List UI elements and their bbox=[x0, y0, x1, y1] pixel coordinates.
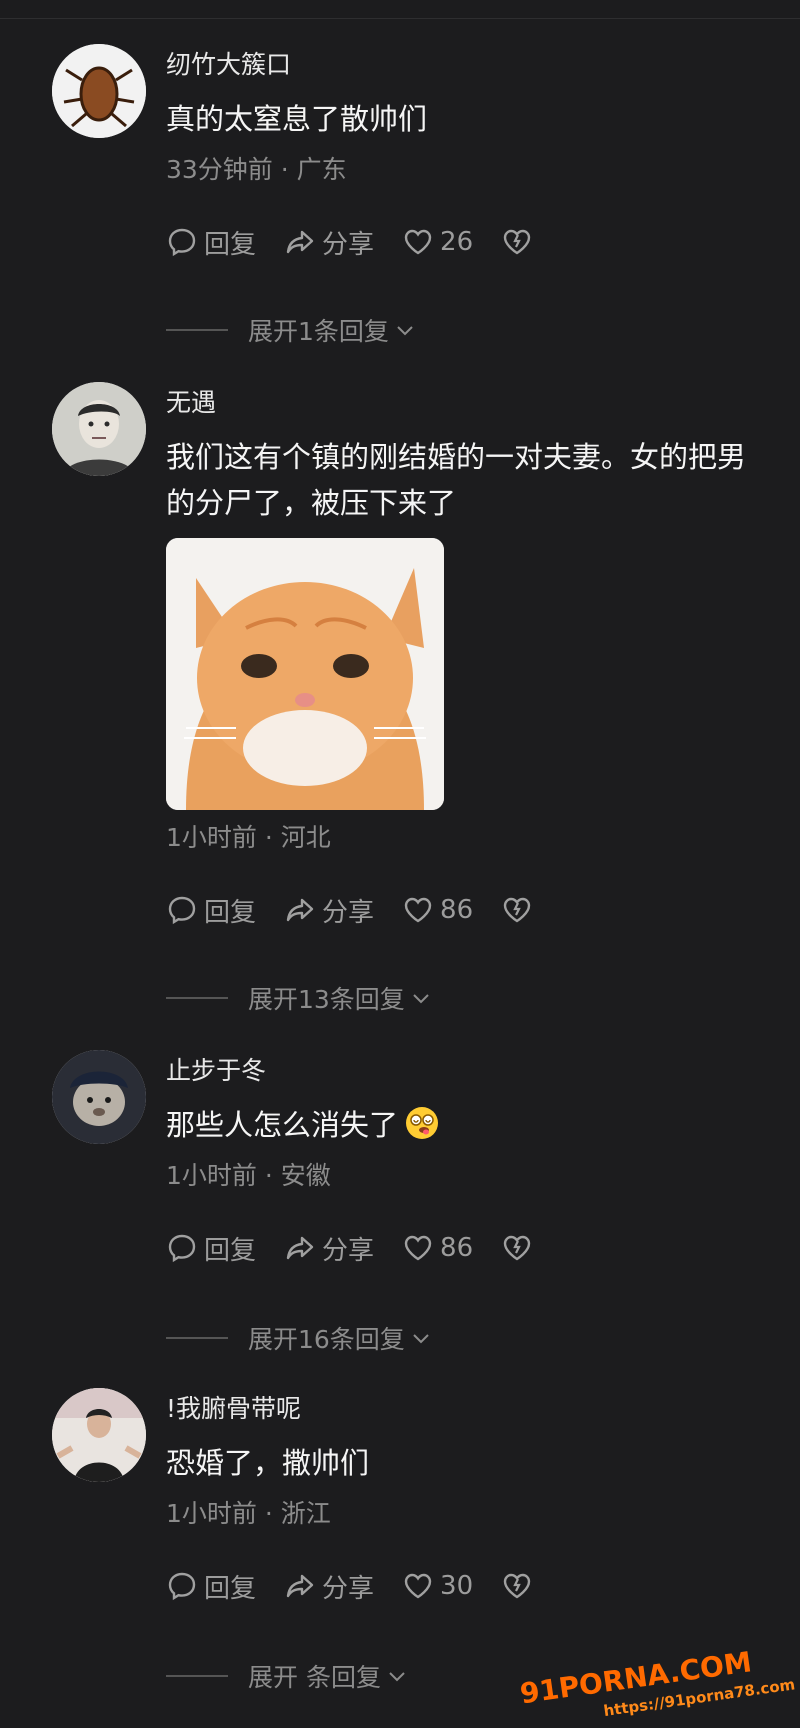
dislike-button[interactable] bbox=[501, 894, 539, 926]
comment-text: 我们这有个镇的刚结婚的一对夫妻。女的把男的分尸了，被压下来了 bbox=[166, 440, 747, 520]
expand-label: 展开 条回复 bbox=[248, 1663, 381, 1692]
username[interactable]: 无遇 bbox=[166, 386, 770, 420]
chevron-down-icon bbox=[413, 1334, 429, 1344]
action-bar: 回复 分享 86 bbox=[166, 890, 770, 930]
share-label: 分享 bbox=[322, 1235, 375, 1266]
reply-label: 回复 bbox=[204, 1573, 257, 1604]
dislike-button[interactable] bbox=[501, 226, 539, 258]
reply-button[interactable]: 回复 bbox=[166, 1230, 256, 1267]
chevron-down-icon bbox=[397, 326, 413, 336]
share-arrow-icon bbox=[286, 898, 314, 922]
share-arrow-icon bbox=[286, 1236, 314, 1260]
share-label: 分享 bbox=[322, 229, 375, 260]
share-label: 分享 bbox=[322, 897, 375, 928]
share-arrow-icon bbox=[286, 1574, 314, 1598]
comment-meta: 1小时前 · 浙江 bbox=[166, 1499, 331, 1528]
divider-dash bbox=[166, 1675, 228, 1677]
expand-label: 展开16条回复 bbox=[248, 1325, 405, 1354]
reply-button[interactable]: 回复 bbox=[166, 892, 256, 929]
expand-replies-button[interactable]: 展开13条回复 bbox=[166, 980, 433, 1016]
comment-text: 真的太窒息了散帅们 bbox=[166, 102, 428, 136]
top-divider bbox=[0, 18, 800, 19]
comment-text-row: 那些人怎么消失了 bbox=[166, 1102, 770, 1148]
share-arrow-icon bbox=[286, 230, 314, 254]
chevron-down-icon bbox=[389, 1672, 405, 1682]
heart-icon bbox=[404, 1573, 432, 1599]
like-count: 26 bbox=[440, 227, 474, 257]
chevron-down-icon bbox=[413, 994, 429, 1004]
comment-text: 恐婚了，撒帅们 bbox=[166, 1446, 370, 1480]
like-count: 30 bbox=[440, 1571, 474, 1601]
comment-meta: 1小时前 · 安徽 bbox=[166, 1161, 331, 1190]
share-button[interactable]: 分享 bbox=[284, 224, 374, 261]
expand-replies-button[interactable]: 展开1条回复 bbox=[166, 312, 417, 348]
action-bar: 回复 分享 86 bbox=[166, 1228, 770, 1268]
site-watermark: 91PORNA.COM https://91porna78.com bbox=[518, 1636, 798, 1728]
comment-bubble-icon bbox=[168, 228, 196, 257]
username[interactable]: 止步于冬 bbox=[166, 1054, 770, 1088]
like-button[interactable]: 26 bbox=[402, 226, 473, 258]
reply-button[interactable]: 回复 bbox=[166, 224, 256, 261]
reply-label: 回复 bbox=[204, 229, 257, 260]
divider-dash bbox=[166, 1337, 228, 1339]
like-count: 86 bbox=[440, 1233, 474, 1263]
heart-icon bbox=[404, 1235, 432, 1261]
broken-heart-icon bbox=[503, 229, 531, 255]
comment-meta: 1小时前 · 河北 bbox=[166, 823, 331, 852]
username[interactable]: 纫竹大簇口 bbox=[166, 48, 770, 82]
heart-icon bbox=[404, 897, 432, 923]
divider-dash bbox=[166, 329, 228, 331]
dizzy-face-emoji-icon bbox=[406, 1107, 439, 1139]
share-button[interactable]: 分享 bbox=[284, 1230, 374, 1267]
expand-label: 展开1条回复 bbox=[248, 317, 389, 346]
expand-replies-button[interactable]: 展开16条回复 bbox=[166, 1320, 433, 1356]
reply-label: 回复 bbox=[204, 1235, 257, 1266]
cat-meme-image[interactable] bbox=[166, 538, 444, 810]
share-button[interactable]: 分享 bbox=[284, 1568, 374, 1605]
username[interactable]: !我腑骨带呢 bbox=[166, 1392, 770, 1426]
avatar[interactable] bbox=[52, 44, 146, 138]
like-button[interactable]: 86 bbox=[402, 894, 473, 926]
broken-heart-icon bbox=[503, 897, 531, 923]
comment-bubble-icon bbox=[168, 1234, 196, 1263]
avatar[interactable] bbox=[52, 382, 146, 476]
dislike-button[interactable] bbox=[501, 1570, 539, 1602]
like-button[interactable]: 30 bbox=[402, 1570, 473, 1602]
like-button[interactable]: 86 bbox=[402, 1232, 473, 1264]
like-count: 86 bbox=[440, 895, 474, 925]
reply-button[interactable]: 回复 bbox=[166, 1568, 256, 1605]
expand-replies-button[interactable]: 展开 条回复 bbox=[166, 1658, 409, 1694]
dislike-button[interactable] bbox=[501, 1232, 539, 1264]
broken-heart-icon bbox=[503, 1573, 531, 1599]
share-button[interactable]: 分享 bbox=[284, 892, 374, 929]
broken-heart-icon bbox=[503, 1235, 531, 1261]
comment-meta: 33分钟前 · 广东 bbox=[166, 155, 347, 184]
comment-bubble-icon bbox=[168, 896, 196, 925]
expand-label: 展开13条回复 bbox=[248, 985, 405, 1014]
heart-icon bbox=[404, 229, 432, 255]
comment-bubble-icon bbox=[168, 1572, 196, 1601]
avatar[interactable] bbox=[52, 1050, 146, 1144]
action-bar: 回复 分享 26 bbox=[166, 222, 770, 262]
divider-dash bbox=[166, 997, 228, 999]
action-bar: 回复 分享 30 bbox=[166, 1566, 770, 1606]
reply-label: 回复 bbox=[204, 897, 257, 928]
avatar[interactable] bbox=[52, 1388, 146, 1482]
comment-text: 那些人怎么消失了 bbox=[166, 1108, 399, 1142]
share-label: 分享 bbox=[322, 1573, 375, 1604]
